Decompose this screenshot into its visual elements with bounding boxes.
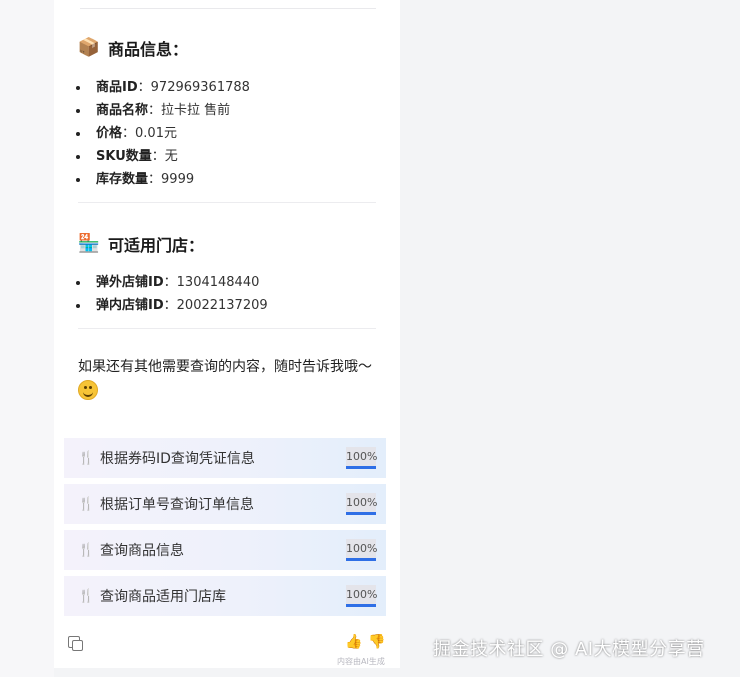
progress-bar [346,512,376,515]
list-item: SKU数量：无 [76,145,250,168]
divider [78,328,376,329]
progress-badge: 100% [346,585,377,607]
package-icon: 📦 [77,37,101,58]
list-item: 弹外店铺ID： 1304148440 [76,271,268,294]
chat-message-card: 📦 商品信息： 商品ID： 972969361788 商品名称：拉卡拉 售前 价格… [54,0,400,668]
fork-knife-icon: 🍴 [78,450,95,466]
tool-call-item[interactable]: 🍴 查询商品信息 100% [64,530,386,570]
message-actions: 👍 👎 [68,634,386,654]
tool-call-label: 根据订单号查询订单信息 [100,497,254,513]
thumbs-down-icon[interactable]: 👎 [368,634,385,650]
fork-knife-icon: 🍴 [78,588,95,604]
progress-bar [346,558,376,561]
product-info-heading: 📦 商品信息： [78,36,188,60]
progress-badge: 100% [346,447,377,469]
store-info-heading: 🏪 可适用门店： [78,232,204,256]
list-item: 价格： 0.01元 [76,122,250,145]
list-item: 商品ID： 972969361788 [76,76,250,99]
watermark: 掘金技术社区 @ AI大模型分享营 [433,639,705,660]
grinning-face-icon [78,380,98,400]
tool-call-label: 根据券码ID查询凭证信息 [100,451,255,467]
thumbs-up-icon[interactable]: 👍 [345,634,362,650]
progress-badge: 100% [346,493,377,515]
divider [78,202,376,203]
tool-call-list: 🍴 根据券码ID查询凭证信息 100% 🍴 根据订单号查询订单信息 100% 🍴… [64,438,386,622]
list-item: 商品名称：拉卡拉 售前 [76,99,250,122]
store-info-title: 可适用门店： [108,236,205,255]
progress-bar [346,466,376,469]
list-item: 弹内店铺ID： 20022137209 [76,294,268,317]
left-gutter [0,0,54,677]
tool-call-item[interactable]: 🍴 根据订单号查询订单信息 100% [64,484,386,524]
tool-call-label: 查询商品适用门店库 [100,589,226,605]
ai-generated-note: 内容由AI生成 [337,657,385,666]
product-info-list: 商品ID： 972969361788 商品名称：拉卡拉 售前 价格： 0.01元 S… [76,76,250,191]
copy-icon[interactable] [68,636,83,651]
fork-knife-icon: 🍴 [78,496,95,512]
tool-call-item[interactable]: 🍴 查询商品适用门店库 100% [64,576,386,616]
product-info-title: 商品信息： [108,40,189,59]
progress-bar [346,604,376,607]
tool-call-label: 查询商品信息 [100,543,184,559]
store-info-list: 弹外店铺ID： 1304148440 弹内店铺ID： 20022137209 [76,271,268,317]
divider [80,8,376,9]
closing-message: 如果还有其他需要查询的内容，随时告诉我哦～ [78,359,372,375]
progress-badge: 100% [346,539,377,561]
tool-call-item[interactable]: 🍴 根据券码ID查询凭证信息 100% [64,438,386,478]
store-icon: 🏪 [77,233,101,254]
list-item: 库存数量： 9999 [76,168,250,191]
fork-knife-icon: 🍴 [78,542,95,558]
